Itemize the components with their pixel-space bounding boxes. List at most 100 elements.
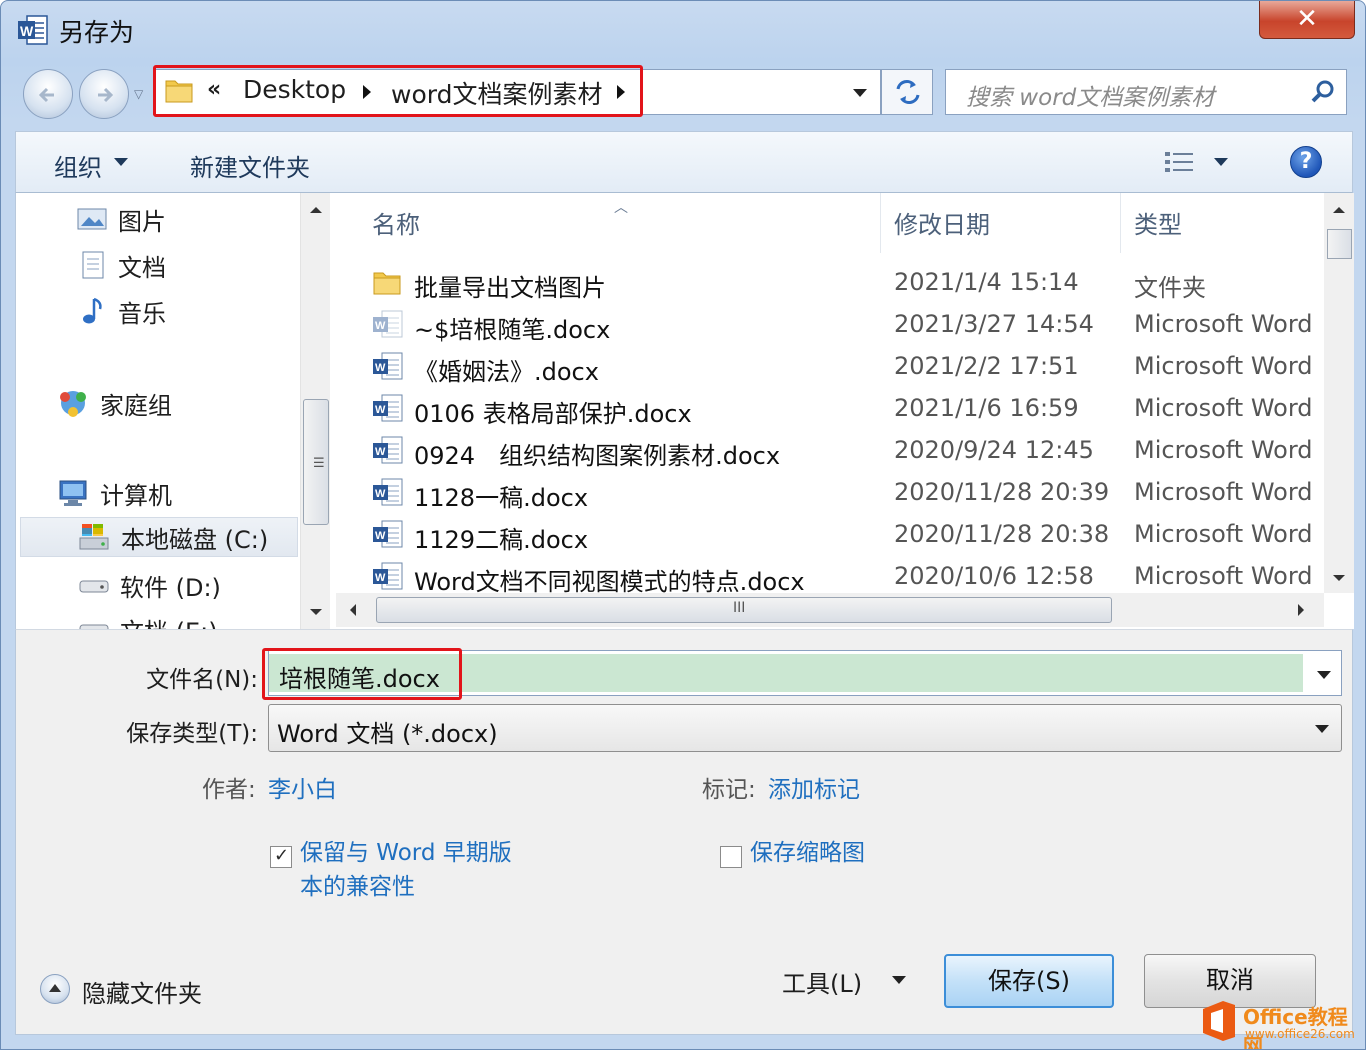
nav-item-label: 文档 (E:) (120, 612, 218, 630)
local-disk-icon (79, 524, 109, 550)
file-date: 2021/1/6 16:59 (894, 394, 1079, 422)
help-button[interactable]: ? (1290, 146, 1322, 178)
save-thumbnail-checkbox[interactable] (720, 846, 742, 868)
svg-text:W: W (375, 488, 386, 500)
scroll-up-arrow-icon[interactable] (1333, 207, 1345, 213)
savetype-dropdown-icon[interactable] (1315, 725, 1329, 733)
file-date: 2020/9/24 12:45 (894, 436, 1094, 464)
collapse-up-icon (49, 984, 61, 992)
close-button[interactable]: ✕ (1259, 1, 1355, 39)
word-document-icon: W (373, 562, 403, 590)
savetype-select[interactable]: Word 文档 (*.docx) (268, 704, 1342, 752)
view-options-caret-icon[interactable] (1214, 158, 1228, 166)
file-type: Microsoft Word (1134, 310, 1313, 338)
svg-text:W: W (375, 530, 386, 542)
file-row[interactable]: W 1129二稿.docx 2020/11/28 20:38 Microsoft Wo… (336, 513, 1326, 555)
view-options-icon[interactable] (1164, 150, 1196, 174)
file-type: Microsoft Word (1134, 562, 1313, 590)
refresh-button[interactable] (881, 69, 933, 115)
save-button[interactable]: 保存(S) (944, 954, 1114, 1008)
scroll-left-arrow-icon[interactable] (350, 604, 356, 616)
scroll-down-arrow-icon[interactable] (310, 609, 322, 615)
horizontal-scroll-thumb[interactable]: III (376, 597, 1112, 623)
column-divider[interactable] (1120, 193, 1121, 253)
search-box[interactable]: 搜索 word文档案例素材 (945, 69, 1347, 115)
nav-item-pictures[interactable]: 图片 (76, 199, 166, 239)
file-name: 0106 表格局部保护.docx (414, 400, 692, 428)
word-document-icon: W (373, 310, 403, 338)
watermark-brand: Office教程网 (1243, 1005, 1348, 1050)
scroll-up-arrow-icon[interactable] (310, 207, 322, 213)
file-name: Word文档不同视图模式的特点.docx (414, 568, 805, 596)
nav-pane-scrollbar[interactable]: ☰ (300, 193, 330, 629)
tools-menu-button[interactable]: 工具(L) (782, 964, 862, 999)
nav-item-label: 文档 (118, 253, 166, 282)
hide-folders-label[interactable]: 隐藏文件夹 (82, 974, 202, 1009)
file-type: Microsoft Word (1134, 352, 1313, 380)
forward-arrow-icon (98, 87, 114, 103)
drive-icon (79, 624, 109, 629)
svg-text:W: W (20, 23, 34, 39)
watermark-url: www.office26.com (1245, 1027, 1355, 1041)
hide-folders-button[interactable] (40, 974, 70, 1004)
column-header-name[interactable]: 名称 (372, 205, 420, 240)
word-document-icon: W (373, 352, 403, 380)
filename-annotation-box (262, 648, 462, 700)
file-name: 0924 组织结构图案例素材.docx (414, 442, 781, 470)
search-icon[interactable] (1310, 79, 1336, 105)
file-row[interactable]: W 1128一稿.docx 2020/11/28 20:39 Microsoft Wo… (336, 471, 1326, 513)
new-folder-button[interactable]: 新建文件夹 (190, 148, 310, 183)
svg-text:W: W (375, 320, 386, 332)
back-button[interactable] (23, 69, 73, 119)
file-row[interactable]: 批量导出文档图片 2021/1/4 15:14 文件夹 (336, 261, 1326, 303)
file-row[interactable]: W Word文档不同视图模式的特点.docx 2020/10/6 12:58 Micr… (336, 555, 1326, 597)
organize-menu-button[interactable]: 组织 (54, 148, 102, 183)
title-bar[interactable]: W 另存为 ✕ (1, 1, 1365, 57)
column-header-date[interactable]: 修改日期 (894, 205, 990, 240)
nav-scroll-thumb[interactable]: ☰ (303, 399, 329, 525)
scroll-down-arrow-icon[interactable] (1333, 575, 1345, 581)
add-tags-link[interactable]: 添加标记 (768, 770, 860, 804)
search-input[interactable]: 搜索 word文档案例素材 (966, 78, 1214, 112)
nav-item-computer[interactable]: 计算机 (56, 473, 172, 513)
file-list-horizontal-scrollbar[interactable]: III (336, 593, 1324, 627)
nav-item-label: 软件 (D:) (120, 573, 221, 602)
svg-text:W: W (375, 404, 386, 416)
scroll-right-arrow-icon[interactable] (1298, 604, 1304, 616)
forward-button[interactable] (79, 69, 129, 119)
file-list-scroll-thumb[interactable] (1327, 229, 1352, 259)
file-name: 批量导出文档图片 (414, 274, 606, 302)
nav-item-drive-d[interactable]: 软件 (D:) (78, 565, 221, 605)
svg-text:W: W (375, 572, 386, 584)
nav-item-music[interactable]: 音乐 (78, 291, 166, 331)
savetype-label: 保存类型(T): (126, 721, 258, 747)
recent-locations-dropdown[interactable]: ▽ (134, 87, 143, 101)
tools-dropdown-icon[interactable] (892, 976, 906, 984)
column-divider[interactable] (880, 193, 881, 253)
refresh-icon (896, 80, 920, 104)
file-list-vertical-scrollbar[interactable] (1324, 193, 1354, 593)
file-row[interactable]: W 0106 表格局部保护.docx 2021/1/6 16:59 Microsoft… (336, 387, 1326, 429)
nav-item-local-disk-c[interactable]: 本地磁盘 (C:) (20, 517, 298, 557)
file-name: 《婚姻法》.docx (414, 358, 599, 386)
save-thumbnail-label[interactable]: 保存缩略图 (750, 836, 865, 870)
file-type: Microsoft Word (1134, 520, 1313, 548)
compat-label-line2[interactable]: 本的兼容性 (300, 870, 415, 904)
nav-item-drive-e[interactable]: 文档 (E:) (78, 609, 218, 629)
filename-dropdown-icon[interactable] (1317, 671, 1331, 679)
column-header-type[interactable]: 类型 (1134, 205, 1182, 240)
word-document-icon: W (373, 520, 403, 548)
word-document-icon: W (373, 394, 403, 422)
file-row[interactable]: W 《婚姻法》.docx 2021/2/2 17:51 Microsoft Word (336, 345, 1326, 387)
nav-item-homegroup[interactable]: 家庭组 (56, 383, 172, 423)
compat-checkbox[interactable]: ✓ (270, 845, 292, 868)
organize-caret-icon[interactable] (114, 158, 128, 166)
file-row[interactable]: W ~$培根随笔.docx 2021/3/27 14:54 Microsoft Wor… (336, 303, 1326, 345)
address-history-dropdown[interactable] (853, 89, 867, 97)
window-title: 另存为 (59, 18, 135, 47)
file-row[interactable]: W 0924 组织结构图案例素材.docx 2020/9/24 12:45 Micro… (336, 429, 1326, 471)
compat-label-line1[interactable]: 保留与 Word 早期版 (300, 836, 512, 870)
nav-item-documents[interactable]: 文档 (78, 245, 166, 285)
word-app-icon: W (18, 15, 48, 45)
author-value[interactable]: 李小白 (268, 770, 337, 804)
